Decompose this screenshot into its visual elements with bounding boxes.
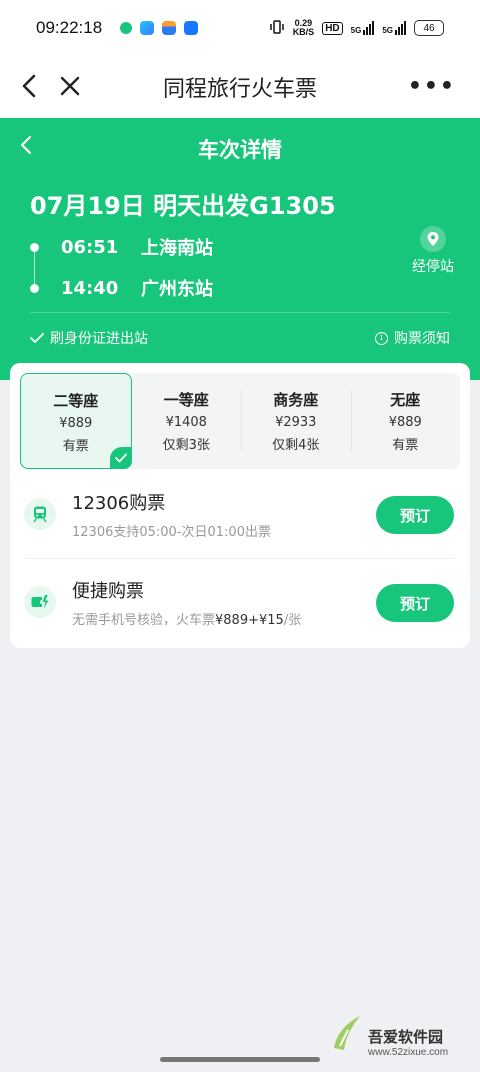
watermark-logo-icon — [330, 1012, 364, 1058]
book-fast-button[interactable]: 预订 — [376, 584, 454, 622]
status-time: 09:22:18 — [36, 18, 103, 37]
close-icon — [60, 76, 80, 96]
signal-1-label: 5G — [350, 26, 362, 35]
chevron-left-icon — [22, 74, 36, 98]
trip-title: 车次详情 — [198, 138, 282, 162]
signal-1: 5G — [351, 21, 375, 35]
more-menu-button[interactable]: ••• — [408, 74, 456, 99]
back-button[interactable] — [12, 68, 48, 104]
train-icon — [24, 498, 56, 530]
hd-badge: HD — [322, 21, 343, 35]
arrival-row: 14:40 广州东站 — [30, 275, 213, 301]
location-pin-icon — [420, 226, 446, 252]
watermark: 吾爱软件园 www.52zixue.com — [330, 1002, 470, 1058]
seat-price: ¥1408 — [165, 415, 207, 430]
departure-station: 上海南站 — [141, 238, 213, 259]
seat-option-second-class[interactable]: 二等座 ¥889 有票 — [20, 373, 132, 469]
channel-12306: 12306购票 12306支持05:00-次日01:00出票 预订 — [24, 484, 454, 544]
channel-text: 便捷购票 无需手机号核验，火车票¥889+¥15/张 — [72, 577, 301, 628]
close-button[interactable] — [52, 68, 88, 104]
channel-divider — [26, 558, 454, 559]
arrival-time: 14:40 — [61, 277, 119, 299]
arrival-station: 广州东站 — [141, 279, 213, 300]
seat-option-first-class[interactable]: 一等座 ¥1408 仅剩3张 — [132, 373, 242, 469]
alipay-app-icon — [184, 21, 199, 35]
trip-date-train: 07月19日 明天出发G1305 — [30, 192, 336, 220]
channel-fast: 便捷购票 无需手机号核验，火车票¥889+¥15/张 预订 — [24, 572, 454, 632]
home-indicator[interactable] — [160, 1057, 320, 1062]
seat-name: 一等座 — [163, 391, 209, 409]
watermark-text: 吾爱软件园 www.52zixue.com — [368, 1026, 448, 1058]
channel-text: 12306购票 12306支持05:00-次日01:00出票 — [72, 489, 271, 540]
channel-title: 便捷购票 — [72, 580, 144, 602]
notification-icons — [120, 21, 199, 35]
seat-price: ¥889 — [59, 416, 93, 431]
signal-2: 5G — [382, 21, 406, 35]
watermark-name: 吾爱软件园 — [368, 1028, 444, 1046]
seat-price: ¥889 — [388, 415, 422, 430]
seat-name: 无座 — [390, 391, 421, 409]
channel-title: 12306购票 — [72, 492, 166, 514]
signal-bars-icon — [363, 21, 375, 35]
seat-name: 二等座 — [53, 392, 99, 410]
desc-suffix: /张 — [283, 612, 302, 628]
hero-divider — [30, 312, 450, 313]
net-speed-unit: KB/S — [292, 27, 315, 37]
net-speed: 0.29 KB/S — [293, 19, 315, 37]
battery-icon: 46 — [414, 20, 444, 36]
watermark-url: www.52zixue.com — [368, 1047, 449, 1058]
vibrate-icon — [269, 19, 285, 37]
departure-time: 06:51 — [61, 236, 119, 258]
channel-desc: 12306支持05:00-次日01:00出票 — [72, 524, 271, 540]
seat-option-no-seat[interactable]: 无座 ¥889 有票 — [350, 373, 461, 469]
fast-ticket-icon — [24, 586, 56, 618]
booking-card: 二等座 ¥889 有票 一等座 ¥1408 仅剩3张 商务座 ¥2933 仅剩4… — [10, 363, 470, 648]
check-icon — [30, 333, 44, 343]
seat-stock: 仅剩3张 — [162, 438, 210, 453]
app-navbar: 同程旅行火车票 ••• — [0, 56, 480, 118]
status-bar: 09:22:18 0.29 KB/S HD 5G 5G 46 — [0, 0, 480, 56]
chat-app-icon — [120, 22, 133, 34]
departure-row: 06:51 上海南站 — [30, 234, 213, 260]
book-12306-button[interactable]: 预订 — [376, 496, 454, 534]
seat-stock: 仅剩4张 — [272, 438, 320, 453]
desc-prefix: 无需手机号核验，火车票 — [72, 612, 216, 628]
seat-stock: 有票 — [392, 438, 419, 453]
info-icon: i — [375, 331, 388, 345]
video-app-icon — [140, 21, 155, 35]
desc-price: ¥889+¥15 — [215, 612, 284, 628]
channel-desc: 无需手机号核验，火车票¥889+¥15/张 — [72, 609, 301, 628]
purchase-notice-link[interactable]: i 购票须知 — [375, 328, 450, 348]
signal-2-label: 5G — [382, 26, 393, 35]
trip-header: 车次详情 07月19日 明天出发G1305 06:51 上海南站 14:40 广… — [0, 118, 480, 380]
seat-price: ¥2933 — [275, 415, 317, 430]
seat-type-selector: 二等座 ¥889 有票 一等座 ¥1408 仅剩3张 商务座 ¥2933 仅剩4… — [20, 373, 460, 469]
seat-option-business-class[interactable]: 商务座 ¥2933 仅剩4张 — [241, 373, 351, 469]
signal-bars-icon — [395, 21, 406, 35]
notice-label: 购票须知 — [394, 331, 450, 347]
stops-label: 经停站 — [412, 259, 454, 275]
stops-button[interactable]: 经停站 — [412, 226, 454, 276]
seat-stock: 有票 — [62, 439, 89, 454]
status-indicators: 0.29 KB/S HD 5G 5G 46 — [269, 19, 444, 37]
id-card-entry: 刷身份证进出站 — [30, 328, 148, 348]
wallet-app-icon — [162, 21, 177, 35]
seat-name: 商务座 — [273, 391, 319, 409]
arrival-dot — [30, 283, 39, 293]
selected-check-icon — [109, 447, 132, 469]
id-card-label: 刷身份证进出站 — [50, 331, 148, 347]
